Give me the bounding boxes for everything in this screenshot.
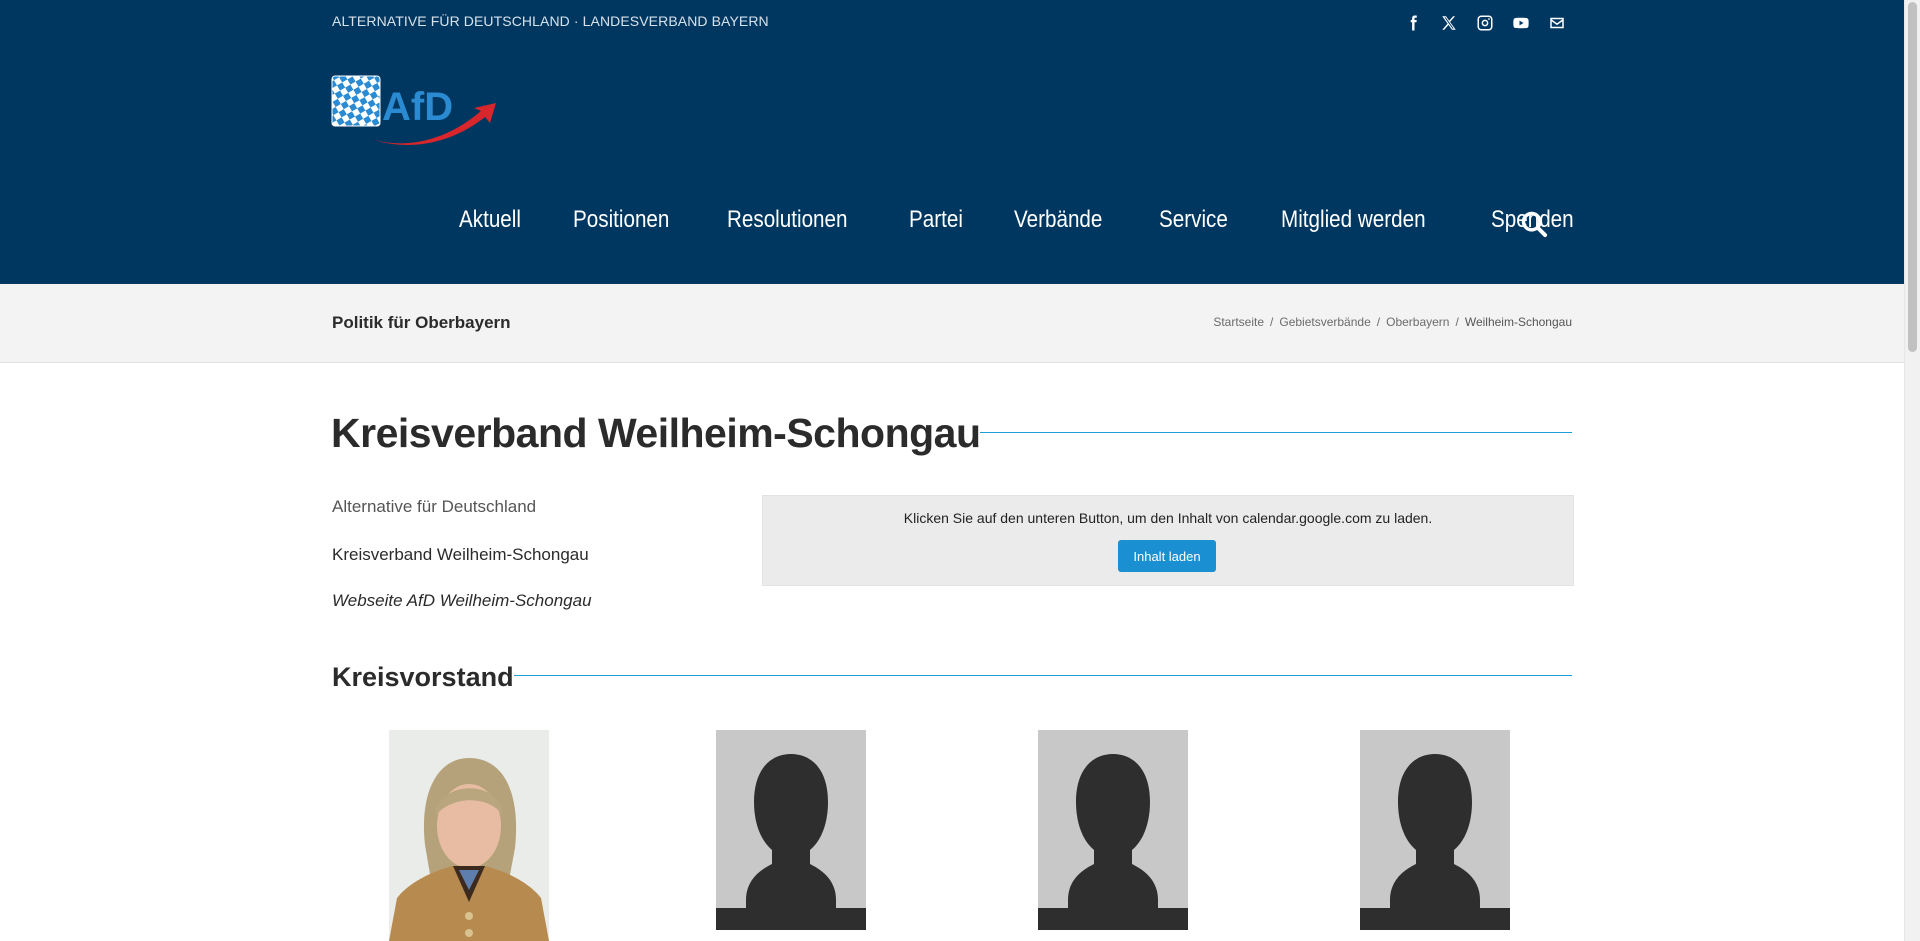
nav-mitglied-werden[interactable]: Mitglied werden [1281, 206, 1426, 234]
breadcrumb-gebietsverbaende[interactable]: Gebietsverbände [1279, 315, 1370, 329]
breadcrumb-separator: / [1270, 315, 1274, 329]
nav-resolutionen[interactable]: Resolutionen [727, 206, 847, 234]
nav-service[interactable]: Service [1159, 206, 1228, 234]
load-content-button[interactable]: Inhalt laden [1118, 540, 1216, 572]
afd-bavaria-logo: AfD [331, 75, 496, 145]
section-divider [514, 675, 1572, 676]
svg-text:AfD: AfD [382, 85, 453, 129]
header-tagline: ALTERNATIVE FÜR DEUTSCHLAND · LANDESVERB… [332, 13, 769, 29]
breadcrumb-startseite[interactable]: Startseite [1213, 315, 1264, 329]
calendar-embed-placeholder: Klicken Sie auf den unteren Button, um d… [762, 495, 1574, 586]
section-title-kreisvorstand: Kreisvorstand [332, 662, 514, 692]
scrollbar-thumb[interactable] [1908, 2, 1917, 352]
breadcrumb-current: Weilheim-Schongau [1464, 315, 1572, 329]
board-member-placeholder [1038, 730, 1188, 930]
page-title: Kreisverband Weilheim-Schongau [331, 410, 981, 456]
search-icon[interactable] [1520, 210, 1548, 243]
facebook-icon[interactable] [1403, 13, 1423, 33]
vertical-scrollbar[interactable] [1904, 0, 1920, 941]
instagram-icon[interactable] [1475, 13, 1495, 33]
social-links [1403, 13, 1567, 33]
main-navigation: Aktuell Positionen Resolutionen Partei V… [459, 206, 1629, 234]
nav-partei[interactable]: Partei [909, 206, 963, 234]
site-header: ALTERNATIVE FÜR DEUTSCHLAND · LANDESVERB… [0, 0, 1905, 284]
party-name: Alternative für Deutschland [332, 497, 537, 516]
breadcrumb-separator: / [1376, 315, 1381, 329]
board-member-placeholder [716, 730, 866, 930]
mail-icon[interactable] [1547, 13, 1567, 33]
breadcrumb-separator: / [1455, 315, 1459, 329]
nav-positionen[interactable]: Positionen [573, 206, 669, 234]
site-logo[interactable]: AfD [331, 75, 497, 147]
breadcrumb: Startseite / Gebietsverbände / Oberbayer… [1213, 315, 1572, 329]
breadcrumb-oberbayern[interactable]: Oberbayern [1386, 315, 1449, 329]
board-member-photo [389, 730, 549, 941]
youtube-icon[interactable] [1511, 13, 1531, 33]
website-link[interactable]: Webseite AfD Weilheim-Schongau [332, 591, 592, 611]
nav-aktuell[interactable]: Aktuell [459, 206, 521, 234]
page-subtitle: Politik für Oberbayern [332, 313, 511, 332]
board-member-placeholder [1360, 730, 1510, 930]
embed-message: Klicken Sie auf den unteren Button, um d… [903, 510, 1433, 526]
x-icon[interactable] [1439, 13, 1459, 33]
kreisverband-info: Alternative für Deutschland Kreisverband… [332, 497, 592, 611]
kreisverband-name: Kreisverband Weilheim-Schongau [332, 545, 589, 564]
title-divider [980, 432, 1572, 433]
page-title-bar: Politik für Oberbayern Startseite / Gebi… [0, 284, 1905, 363]
nav-verbaende[interactable]: Verbände [1014, 206, 1102, 234]
